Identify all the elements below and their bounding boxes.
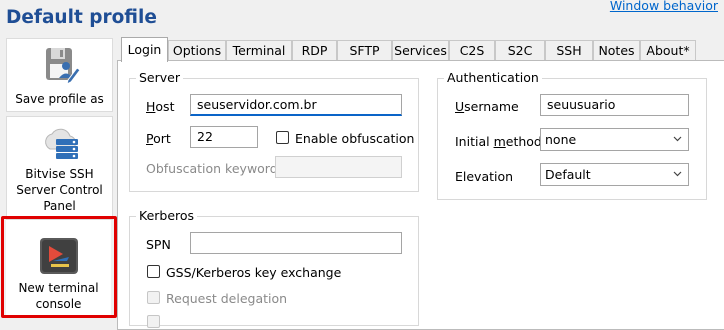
initial-method-label: Initial method: [455, 134, 542, 149]
tab-notes[interactable]: Notes: [593, 40, 640, 61]
username-input[interactable]: seuusuario: [540, 94, 689, 116]
request-delegation-label: Request delegation: [166, 291, 288, 306]
tab-s2c[interactable]: S2C: [495, 40, 545, 61]
authentication-legend: Authentication: [444, 70, 542, 85]
tab-options[interactable]: Options: [168, 40, 226, 61]
initial-method-select[interactable]: none: [540, 128, 689, 151]
server-control-panel-button[interactable]: Bitvise SSH Server Control Panel: [6, 116, 113, 220]
server-control-panel-label-line3: Panel: [43, 199, 76, 213]
kerberos-legend: Kerberos: [136, 208, 198, 223]
window-behavior-link[interactable]: Window behavior: [610, 0, 718, 13]
partially-visible-checkbox[interactable]: [147, 315, 160, 328]
elevation-label: Elevation: [455, 169, 514, 184]
new-terminal-label-line2: console: [35, 297, 82, 311]
server-legend: Server: [136, 70, 183, 85]
gss-kerberos-label: GSS/Kerberos key exchange: [166, 265, 342, 280]
enable-obfuscation-label: Enable obfuscation: [295, 131, 415, 146]
save-profile-label: Save profile as: [15, 92, 104, 106]
tab-terminal[interactable]: Terminal: [226, 40, 292, 61]
elevation-select[interactable]: Default: [540, 163, 689, 186]
tab-login[interactable]: Login: [121, 37, 168, 62]
port-label: Port: [146, 131, 171, 146]
page-title: Default profile: [6, 7, 157, 28]
save-profile-icon: [46, 48, 80, 84]
new-terminal-console-button[interactable]: New terminal console: [6, 220, 111, 315]
terminal-console-icon: [40, 238, 78, 274]
tab-rdp[interactable]: RDP: [292, 40, 337, 61]
save-profile-button[interactable]: Save profile as: [6, 38, 113, 112]
server-control-panel-label-line1: Bitvise SSH: [25, 167, 94, 181]
enable-obfuscation-checkbox[interactable]: [276, 131, 289, 144]
port-input[interactable]: 22: [190, 126, 258, 148]
tab-ssh[interactable]: SSH: [545, 40, 593, 61]
chevron-down-icon: [673, 171, 682, 177]
obfuscation-keyword-label: Obfuscation keyword: [146, 161, 278, 176]
host-input[interactable]: seuservidor.com.br: [190, 94, 402, 116]
chevron-down-icon: [673, 136, 682, 142]
request-delegation-checkbox[interactable]: [147, 291, 160, 304]
initial-method-value: none: [545, 132, 577, 147]
tab-services[interactable]: Services: [392, 40, 449, 61]
elevation-value: Default: [545, 167, 591, 182]
spn-label: SPN: [146, 237, 171, 252]
host-label: Host: [146, 99, 175, 114]
username-label: Username: [455, 99, 519, 114]
server-control-panel-icon: [45, 128, 78, 159]
tab-c2s[interactable]: C2S: [449, 40, 495, 61]
obfuscation-keyword-input[interactable]: [275, 156, 402, 178]
new-terminal-label-line1: New terminal: [18, 281, 99, 295]
tab-sftp[interactable]: SFTP: [337, 40, 392, 61]
server-control-panel-label-line2: Server Control: [16, 183, 103, 197]
spn-input[interactable]: [190, 232, 402, 254]
tab-about[interactable]: About*: [640, 40, 696, 61]
gss-kerberos-checkbox[interactable]: [147, 265, 160, 278]
